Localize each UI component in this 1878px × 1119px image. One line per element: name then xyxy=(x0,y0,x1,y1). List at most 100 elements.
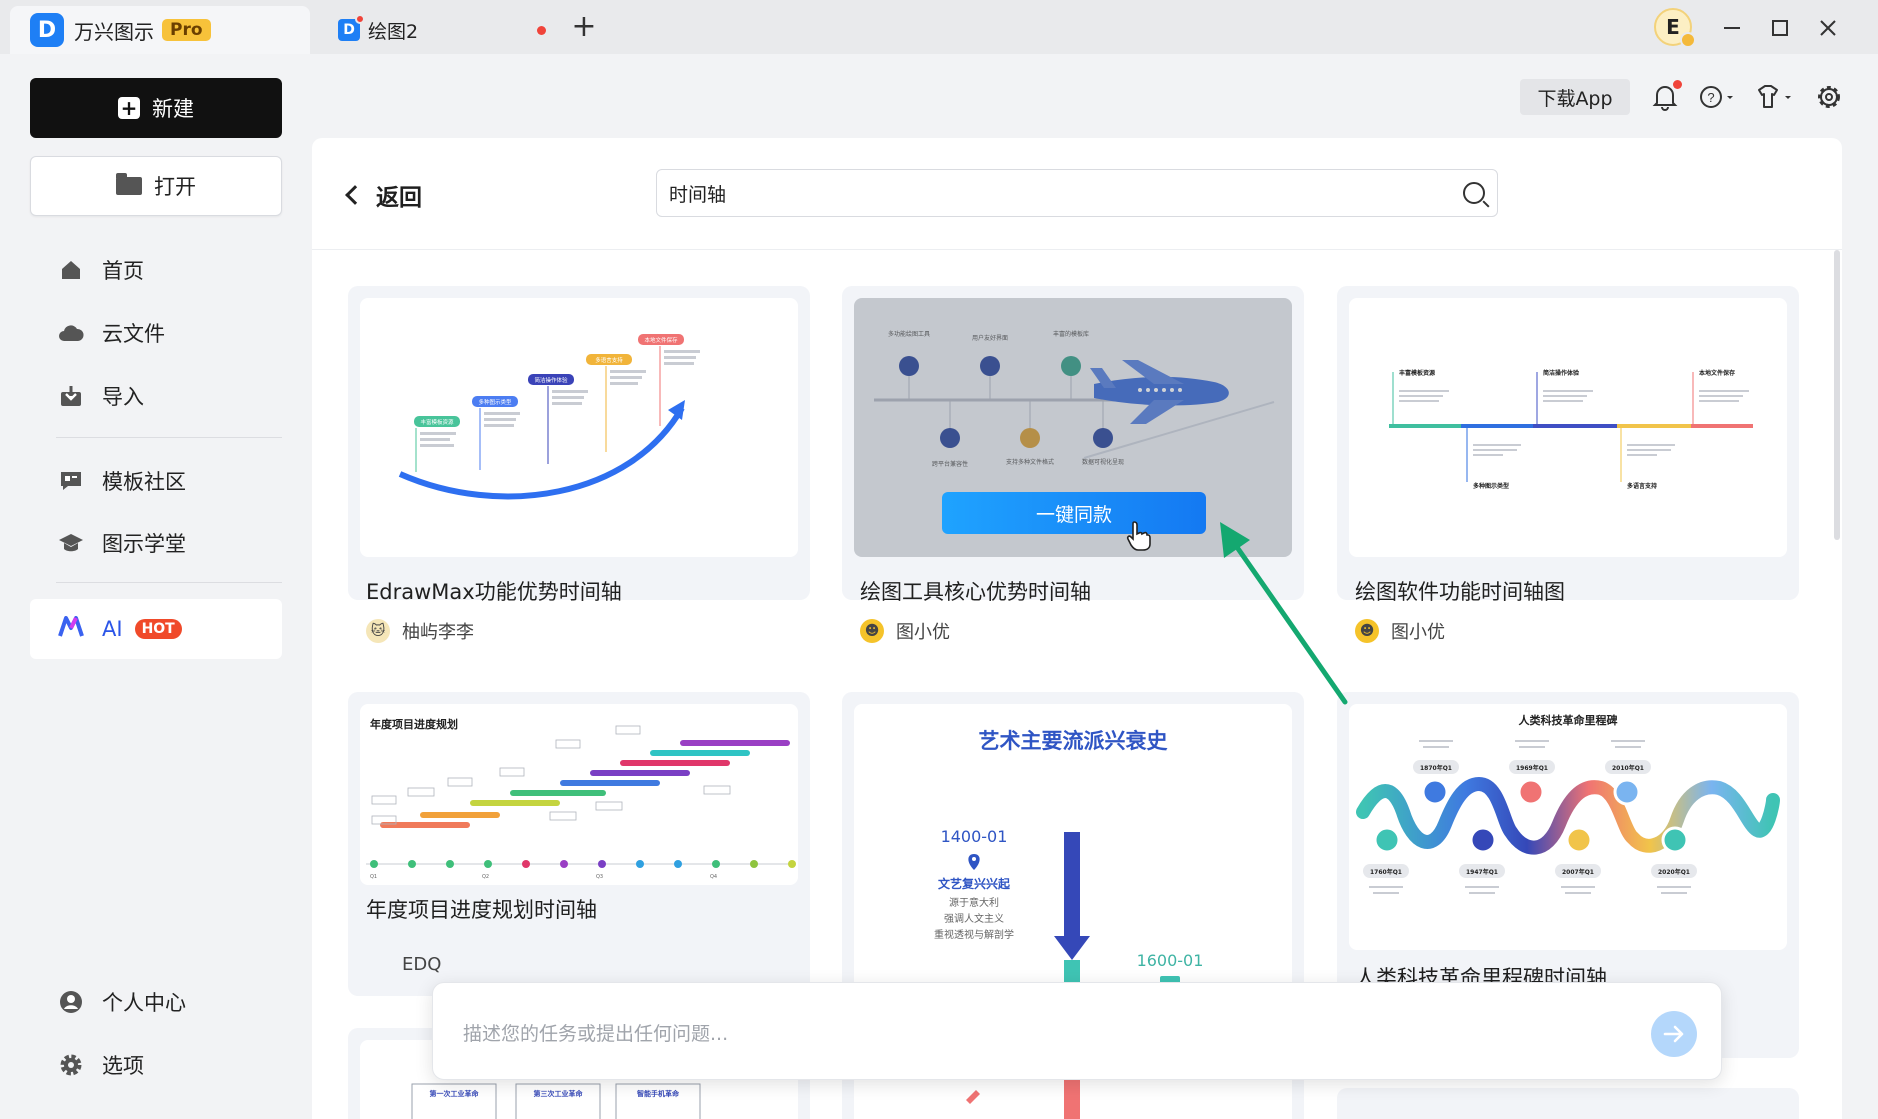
template-card[interactable]: 丰富模板资源 简洁操作体验 本地文件保存 多种图示类型 多语言支持 绘图软件功能… xyxy=(1337,286,1799,604)
author-name: EDQ xyxy=(402,953,442,975)
sidebar-item-options[interactable]: 选项 xyxy=(30,1039,282,1091)
help-icon[interactable]: ? xyxy=(1698,82,1738,112)
arrow-right-icon xyxy=(1663,1025,1684,1043)
author-name: 图小优 xyxy=(1391,622,1445,643)
step-label: 丰富模板资源 xyxy=(420,418,454,426)
event-date: 1400-01 xyxy=(941,827,1008,846)
document-tab-label: 绘图2 xyxy=(368,20,419,43)
step-label: 多种图示类型 xyxy=(478,398,512,406)
thumbnail-heading: 艺术主要流派兴衰史 xyxy=(979,729,1169,753)
thumbnail-heading: 人类科技革命里程碑 xyxy=(1519,713,1618,727)
author-avatar xyxy=(366,952,390,976)
sidebar-item-community[interactable]: 模板社区 xyxy=(30,455,282,507)
template-card[interactable]: 丰富模板资源 多种图示类型 简洁操作体验 多语言支持 本地文件保存 EdrawM… xyxy=(348,286,810,604)
document-icon: D xyxy=(338,14,365,41)
app-name: 万兴图示 xyxy=(74,19,154,44)
tab-document[interactable]: D 绘图2 xyxy=(318,6,558,54)
search-value[interactable]: 时间轴 xyxy=(669,180,1463,207)
maximize-icon[interactable] xyxy=(1762,10,1798,46)
template-author[interactable]: 🐱 柚屿李李 xyxy=(366,618,474,644)
vip-crown-icon xyxy=(1680,32,1696,48)
settings-icon[interactable] xyxy=(1816,82,1844,112)
minimize-icon[interactable] xyxy=(1714,10,1750,46)
annotation-arrow-icon xyxy=(1220,522,1348,705)
sidebar-item-label: 云文件 xyxy=(102,322,165,346)
ai-logo-icon xyxy=(58,616,84,642)
plus-icon: + xyxy=(118,97,140,119)
feature-label: 丰富模板资源 xyxy=(1399,369,1435,377)
home-icon xyxy=(58,257,84,283)
sidebar-divider xyxy=(56,437,282,438)
template-card[interactable]: 年度项目进度规划 Q1 Q2 Q3 Q4 年度项目进度规划时间轴 EDQ xyxy=(348,692,810,996)
step-label: 简洁操作体验 xyxy=(534,376,568,384)
bell-icon[interactable] xyxy=(1652,80,1682,112)
send-button[interactable] xyxy=(1651,1011,1697,1057)
hot-badge: HOT xyxy=(134,619,182,639)
new-button-label: 新建 xyxy=(152,97,194,121)
milestone-date: 2020年Q1 xyxy=(1658,868,1690,876)
close-icon[interactable] xyxy=(1810,10,1846,46)
template-author[interactable]: EDQ xyxy=(366,952,441,976)
chat-input[interactable]: 描述您的任务或提出任何问题... xyxy=(463,1019,728,1046)
template-title[interactable]: 绘图工具核心优势时间轴 xyxy=(860,576,1091,606)
template-search-panel: 返回 时间轴 丰富模板资源 多种图示类型 简洁操作体验 多语言支持 本地文件保存… xyxy=(312,138,1842,1119)
avatar[interactable]: E xyxy=(1654,8,1696,48)
download-app-button[interactable]: 下载App xyxy=(1520,79,1630,115)
template-thumbnail[interactable]: 年度项目进度规划 Q1 Q2 Q3 Q4 xyxy=(360,704,798,885)
folder-icon xyxy=(116,173,142,195)
quarter-label: Q4 xyxy=(710,874,717,880)
milestone-date: 1760年Q1 xyxy=(1370,868,1402,876)
milestone-date: 1947年Q1 xyxy=(1466,868,1498,876)
template-thumbnail[interactable]: 丰富模板资源 多种图示类型 简洁操作体验 多语言支持 本地文件保存 xyxy=(360,298,798,557)
template-thumbnail[interactable]: 多功能绘图工具 用户友好界面 丰富的模板库 跨平台兼容性 支持多种文件格式 数据… xyxy=(854,298,1292,557)
sidebar-item-profile[interactable]: 个人中心 xyxy=(30,976,282,1028)
template-card[interactable] xyxy=(1337,1088,1799,1119)
sidebar-item-label: 模板社区 xyxy=(102,470,186,494)
new-tab-button[interactable]: + xyxy=(568,12,600,44)
template-thumbnail[interactable]: 人类科技革命里程碑 1870年Q1 1969年Q1 2010年Q1 1760年Q… xyxy=(1349,704,1787,950)
cloud-icon xyxy=(58,320,84,346)
shirt-icon[interactable] xyxy=(1754,82,1798,112)
sidebar-item-label: 个人中心 xyxy=(102,991,186,1015)
template-title[interactable]: 绘图软件功能时间轴图 xyxy=(1355,576,1565,606)
sidebar-item-label: 选项 xyxy=(102,1054,144,1078)
sidebar-item-cloud[interactable]: 云文件 xyxy=(30,307,282,359)
open-button[interactable]: 打开 xyxy=(30,156,282,216)
scrollbar[interactable] xyxy=(1834,250,1840,540)
title-bar: D 万兴图示 Pro D 绘图2 + E xyxy=(0,0,1878,54)
unsaved-dot-icon[interactable] xyxy=(537,26,546,35)
milestone-date: 1870年Q1 xyxy=(1420,764,1452,772)
search-input[interactable]: 时间轴 xyxy=(656,169,1498,217)
open-button-label: 打开 xyxy=(154,175,196,199)
template-title[interactable]: 年度项目进度规划时间轴 xyxy=(366,894,597,924)
back-button[interactable]: 返回 xyxy=(345,178,422,212)
template-thumbnail[interactable]: 丰富模板资源 简洁操作体验 本地文件保存 多种图示类型 多语言支持 xyxy=(1349,298,1787,557)
row3-label: 智能手机革命 xyxy=(637,1089,680,1098)
back-label: 返回 xyxy=(376,185,422,211)
sidebar-item-home[interactable]: 首页 xyxy=(30,244,282,296)
ai-label: AI xyxy=(102,617,123,641)
sidebar-item-academy[interactable]: 图示学堂 xyxy=(30,517,282,569)
search-icon[interactable] xyxy=(1463,182,1485,204)
step-label: 本地文件保存 xyxy=(644,336,678,344)
thumbnail-heading: 年度项目进度规划 xyxy=(370,717,458,731)
tab-home[interactable]: D 万兴图示 Pro xyxy=(10,6,310,54)
feature-label: 简洁操作体验 xyxy=(1543,369,1579,377)
template-title[interactable]: EdrawMax功能优势时间轴 xyxy=(366,576,622,606)
app-logo-icon: D xyxy=(30,13,64,47)
svg-text:?: ? xyxy=(1707,90,1714,105)
template-author[interactable]: ☻ 图小优 xyxy=(860,618,950,644)
sidebar-item-ai[interactable]: AI HOT xyxy=(30,599,282,659)
feature-label: 本地文件保存 xyxy=(1699,369,1735,377)
new-button[interactable]: + 新建 xyxy=(30,78,282,138)
author-name: 柚屿李李 xyxy=(402,622,474,643)
sidebar-item-label: 首页 xyxy=(102,259,144,283)
template-author[interactable]: ☻ 图小优 xyxy=(1355,618,1445,644)
gear-icon xyxy=(58,1052,84,1078)
sidebar-item-import[interactable]: 导入 xyxy=(30,370,282,422)
sidebar-item-label: 导入 xyxy=(102,385,144,409)
quarter-label: Q1 xyxy=(370,874,377,880)
ai-chat-box[interactable]: 描述您的任务或提出任何问题... xyxy=(432,982,1722,1080)
author-avatar: ☻ xyxy=(860,619,884,643)
use-template-button[interactable]: 一键同款 xyxy=(942,492,1206,534)
